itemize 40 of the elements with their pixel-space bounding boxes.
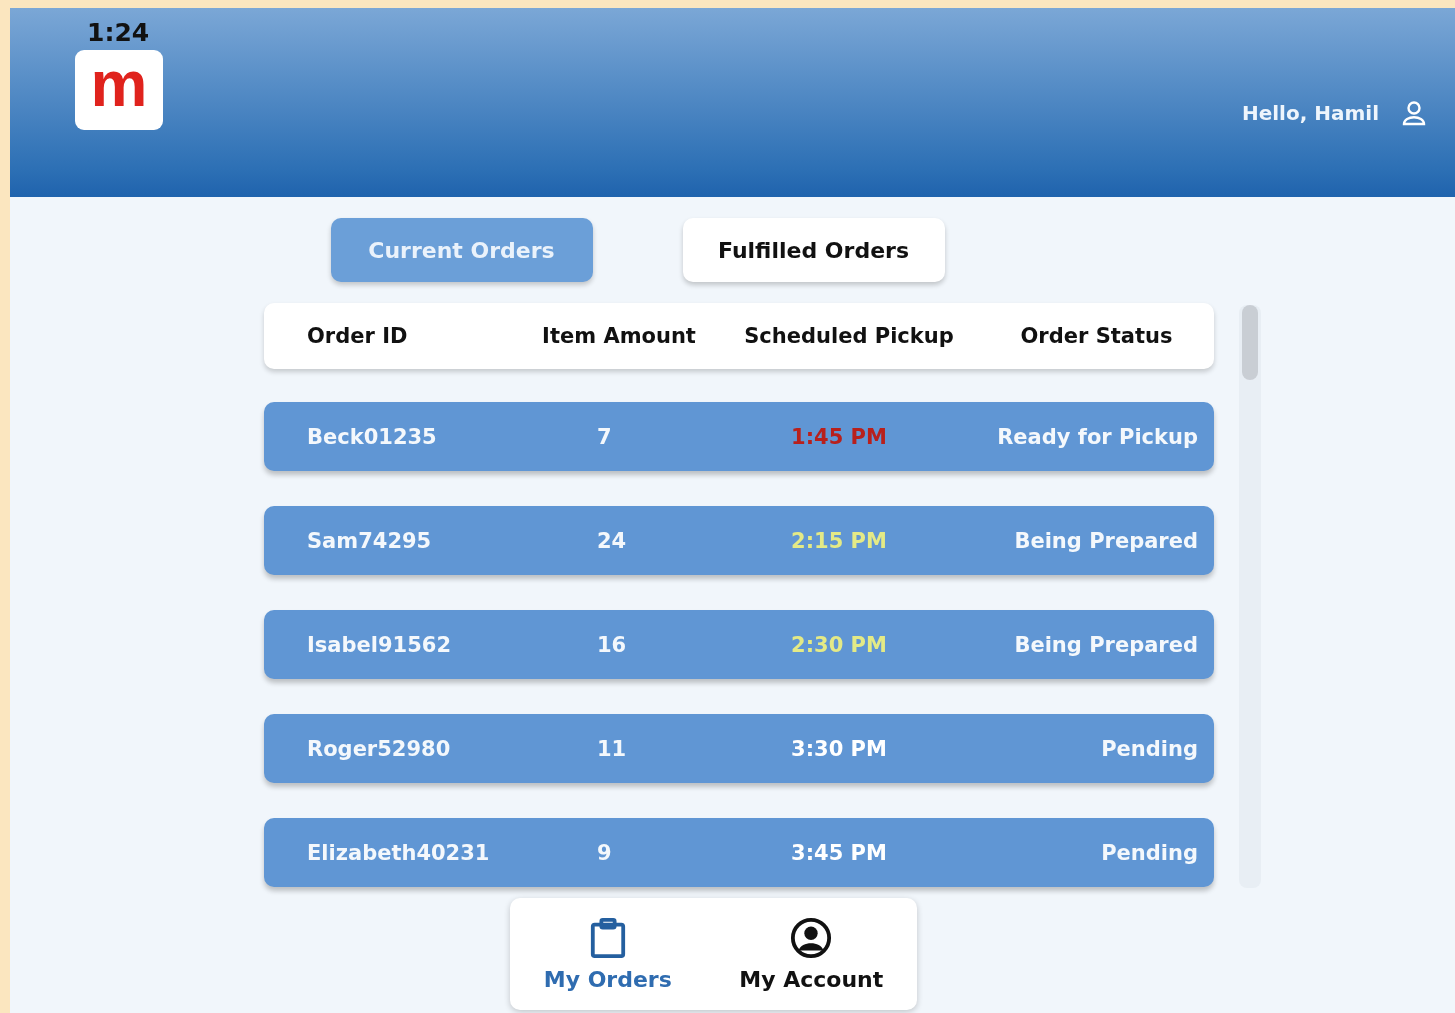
table-cell-text: Sam74295 [306,528,433,553]
table-cell-text: 2:15 PM [790,528,888,553]
table-cell-text: Being Prepared [1013,528,1199,553]
table-cell-text: Ready for Pickup [996,424,1199,449]
table-cell-text: 11 [596,736,628,761]
order-row[interactable]: Beck01235 7 1:45 PM Ready for Pickup [264,402,1214,471]
order-row[interactable]: Roger52980 11 3:30 PM Pending [264,714,1214,783]
column-header: Order ID [306,324,409,348]
table-cell-text: 7 [596,424,613,449]
table-cell-text: 16 [596,632,628,657]
order-row[interactable]: Elizabeth40231 9 3:45 PM Pending [264,818,1214,887]
account-icon [790,916,833,959]
table-cell-text: 9 [596,840,613,865]
table-cell-text: Isabel91562 [306,632,453,657]
table-cell-text: Beck01235 [306,424,438,449]
table-cell-text: 24 [596,528,628,553]
status-time: 1:24 [87,18,150,48]
table-cell-text: Pending [1100,840,1199,865]
column-header: Order Status [1019,324,1174,348]
nav-tab[interactable]: My Orders [543,916,672,992]
nav-tab[interactable]: My Account [739,916,884,992]
scrollbar[interactable] [1239,305,1261,888]
order-row[interactable]: Isabel91562 16 2:30 PM Being Prepared [264,610,1214,679]
app-logo[interactable]: m [75,50,163,130]
table-cell-text: 3:45 PM [790,840,888,865]
table-cell-text: 3:30 PM [790,736,888,761]
tab[interactable]: Fulfilled Orders [682,218,945,282]
clipboard-icon [588,916,627,959]
table-cell-text: Being Prepared [1013,632,1199,657]
tab[interactable]: Current Orders [330,218,593,282]
table-cell-text: Elizabeth40231 [306,840,491,865]
column-header: Scheduled Pickup [743,324,955,348]
order-row[interactable]: Sam74295 24 2:15 PM Being Prepared [264,506,1214,575]
user-icon[interactable] [1401,100,1427,126]
table-cell-text: 1:45 PM [790,424,888,449]
column-header: Item Amount [541,324,697,348]
table-cell-text: Pending [1100,736,1199,761]
table-cell-text: 2:30 PM [790,632,888,657]
table-cell-text: Roger52980 [306,736,452,761]
greeting-text: Hello, Hamil [1241,101,1379,125]
